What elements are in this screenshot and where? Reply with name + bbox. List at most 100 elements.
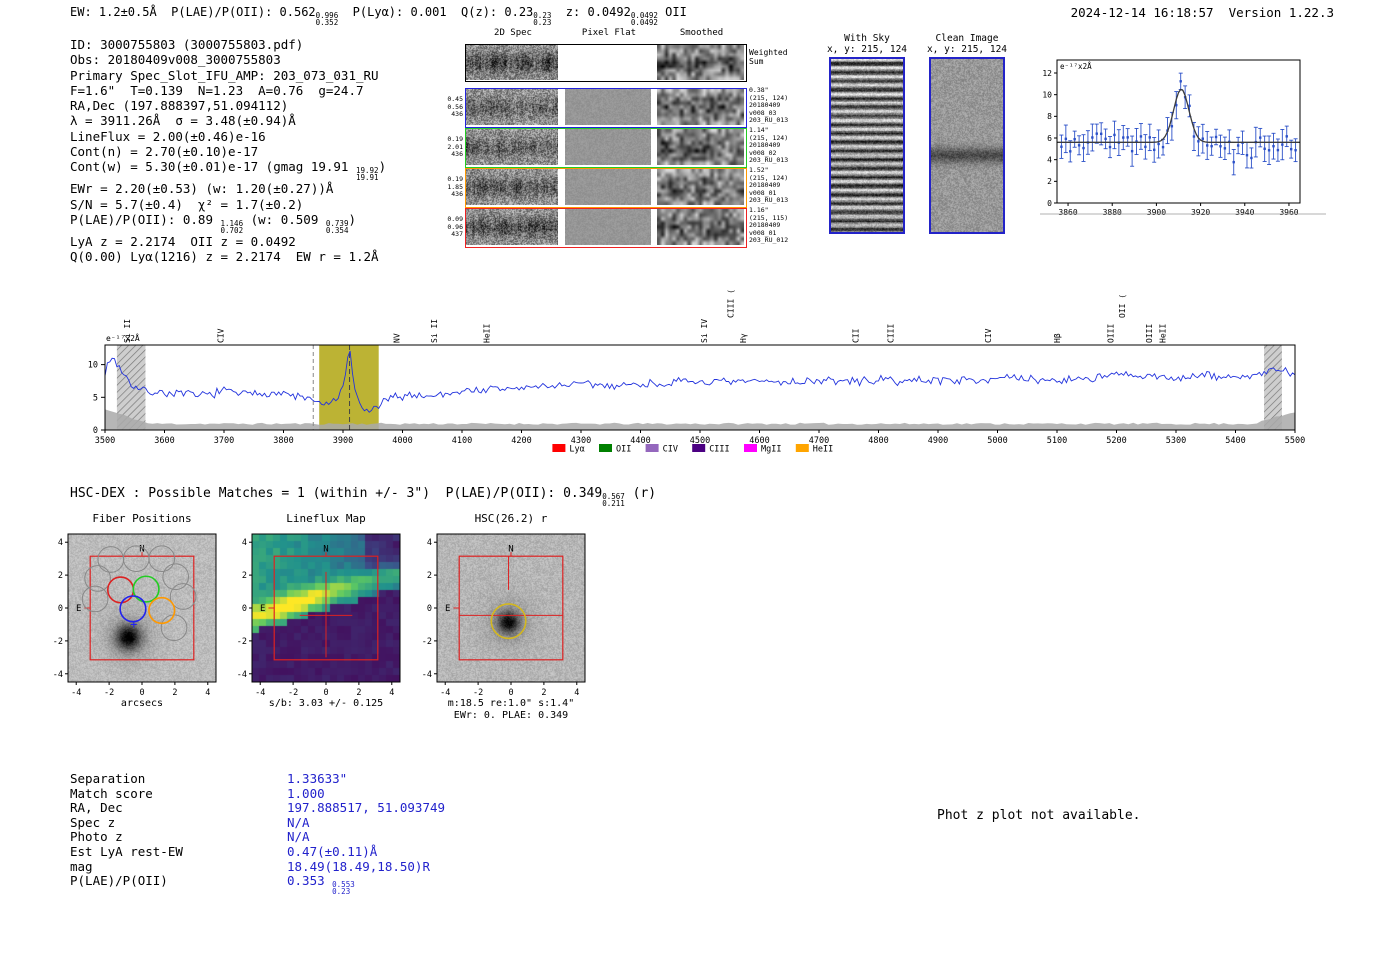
spec2d-col-title: 2D Spec [494,28,532,38]
photometric-aperture [490,603,527,640]
info-line: λ = 3911.26Å σ = 3.48(±0.94)Å [70,113,386,128]
fiber-row-info: 0.38" (215, 124) 20180409 v008_03 203_RU… [749,86,789,125]
table-row-label: mag [70,858,93,874]
svg-text:6: 6 [1047,134,1052,143]
weighted-2d-spec-image [466,45,558,80]
fiber-circles [81,545,197,642]
zoom-ylabel: e⁻¹⁷x2Å [1060,62,1092,71]
table-row-value: 1.33633" [287,771,348,786]
compass-east-label: E [445,604,450,614]
elixer-detection-report: EW: 1.2±0.5Å P(LAE)/P(OII): 0.562 0.996 0.… [0,0,1400,953]
lineflux-map-xlabel: s/b: 3.03 +/- 0.125 [268,698,384,709]
extraction-box [458,555,564,661]
fiber-positions-xlabel: arcsecs [120,698,164,709]
table-row-label: Est LyA rest-EW [70,843,183,859]
full-spectrum-plot: 3500 3600 3700 3800 3900 4000 4100 4200 4300 4400… [88,289,1305,455]
svg-text:-4: -4 [71,688,81,698]
table-row: Match score 1.000 [70,786,445,801]
hsc-cutout-title: HSC(26.2) r [474,512,548,525]
svg-text:-4: -4 [53,670,63,680]
info-line: LyA z = 2.2174 OII z = 0.0492 [70,234,386,249]
hsc-cutout-axes: -4-4-2-2002244NE [422,533,586,698]
info-line: EWr = 2.20(±0.53) (w: 1.20(±0.27))Å [70,181,386,196]
svg-text:3860: 3860 [1058,208,1077,217]
svg-text:CIII: CIII [886,324,895,343]
svg-text:HeII: HeII [813,445,833,455]
text-segment: LineFlux = 2.00(±0.46)e-16 [70,128,266,144]
svg-text:NV: NV [393,333,402,343]
text-segment: EWr = 2.20(±0.53) (w: 1.20(±0.27))Å [70,181,334,197]
svg-text:4: 4 [574,688,579,698]
weighted-sum-label: Weighted Sum [749,48,788,66]
info-line: P(LAE)/P(OII): 0.89 1.146 0.702 (w: 0.509… [70,212,386,234]
table-row-value: N/A [287,829,310,845]
spec2d-fiber-row [465,88,747,128]
spec-2d-cutout-block: 2D Spec Pixel Flat Smoothed Weighted Sum 0.4… [440,28,812,288]
svg-text:CIII: CIII [709,445,729,455]
clean-image-xy: x, y: 215, 124 [926,44,1008,55]
svg-text:OIII: OIII [1107,324,1116,343]
svg-text:5400: 5400 [1225,436,1245,446]
svg-text:CIII (: CIII ( [726,289,735,318]
svg-text:0: 0 [508,688,513,698]
svg-text:0: 0 [1047,199,1052,208]
svg-text:CIV: CIV [663,445,678,455]
info-line: LineFlux = 2.00(±0.46)e-16 [70,129,386,144]
uncertainty-range: 0.553 0.23 [332,880,355,897]
svg-text:-2: -2 [104,688,114,698]
fiber-row-weights: 0.19 1.85 436 [447,175,463,198]
svg-text:-4: -4 [440,688,450,698]
uncertainty-range: 0.567 0.211 [602,492,625,508]
svg-text:Lyα: Lyα [569,445,584,455]
uncertainty-range: 0.23 0.23 [533,11,552,27]
fiber-smoothed-image [657,129,744,165]
svg-text:OII: OII [616,445,631,455]
spec2d-fiber-row [465,128,747,168]
svg-text:3800: 3800 [273,436,293,446]
info-line: Cont(n) = 2.70(±0.10)e-17 [70,144,386,159]
table-row-value: 1.000 [287,785,325,801]
table-row: Photo z N/A [70,829,445,844]
svg-text:4000: 4000 [392,436,412,446]
table-row-value: 0.353 0.553 0.23 [287,873,355,897]
text-segment: EW: 1.2±0.5Å P(LAE)/P(OII): 0.562 [70,5,316,19]
table-row: RA, Dec 197.888517, 51.093749 [70,800,445,815]
svg-text:5100: 5100 [1047,436,1067,446]
lineflux-map-title: Lineflux Map [286,512,366,525]
table-row-value: N/A [287,814,310,830]
svg-text:2: 2 [1047,177,1052,186]
info-line: RA,Dec (197.888397,51.094112) [70,98,386,113]
lineflux-map-panel: Lineflux Map -4 -4 -2 -2 0 0 2 2 4 4 N E s/b: 3.03 … [222,512,402,710]
table-row: P(LAE)/P(OII) 0.353 0.553 0.23 [70,873,445,897]
svg-text:4: 4 [427,538,432,548]
uncertainty-range: 19.92 19.91 [355,166,379,183]
svg-text:-2: -2 [53,637,63,647]
clean-image-title: Clean Image [935,33,999,44]
text-segment: Obs: 20180409v008_3000755803 [70,52,281,68]
fiber-pixel-flat-image [565,169,651,205]
text-segment: P(Lyα): 0.001 Q(z): 0.23 [338,5,534,19]
svg-text:10: 10 [88,361,98,371]
hsc-cutout-panel: HSC(26.2) r -4 -4 -2 -2 0 0 2 2 4 4 N E m:18.5 re:1… [407,512,587,722]
svg-text:3880: 3880 [1103,208,1122,217]
svg-text:5: 5 [93,393,98,403]
hsc-cutout-xlabel2: EWr: 0. PLAE: 0.349 [453,710,569,721]
fiber-positions-axes: -4-4-2-2002244NE [53,533,217,698]
gaussian-fit-line [1057,88,1300,143]
table-row-label: Spec z [70,814,116,830]
svg-text:0: 0 [139,688,144,698]
text-segment: (w: 0.509 [243,211,326,227]
table-row: Spec z N/A [70,815,445,830]
text-segment: ) [378,159,387,175]
emission-line-labels: Si II CIV NV Si II HeII Si IV CIII (Hγ CII CIII C… [123,289,1167,343]
fiber-positions-panel: Fiber Positions -4 -4 -2 -2 0 0 2 2 4 4 N E arcsecs [38,512,218,710]
svg-text:Si IV: Si IV [700,319,709,343]
svg-text:10: 10 [1042,90,1052,99]
svg-text:CII: CII [851,328,860,343]
info-line: Obs: 20180409v008_3000755803 [70,52,386,67]
svg-text:4: 4 [205,688,210,698]
svg-text:0: 0 [323,688,328,698]
svg-text:Hβ: Hβ [1053,333,1062,343]
detection-info-block: ID: 3000755803 (3000755803.pdf) Obs: 2018… [70,37,386,265]
svg-text:4: 4 [242,538,247,548]
